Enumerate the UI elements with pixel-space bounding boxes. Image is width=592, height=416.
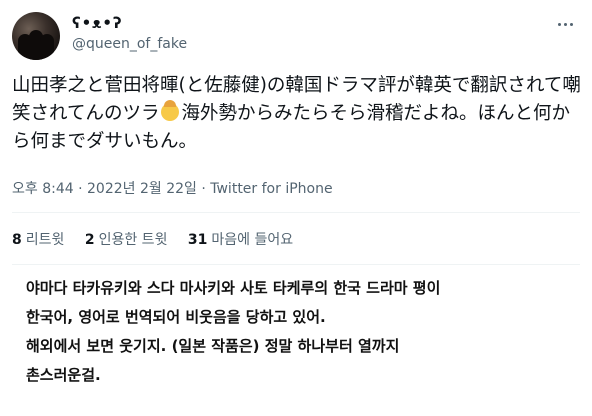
retweet-label: 리트윗: [25, 232, 65, 248]
user-handle[interactable]: @queen_of_fake: [72, 36, 187, 52]
divider: [12, 264, 580, 265]
korean-translation: 야마다 타카유키와 스다 마사키와 사토 타케루의 한국 드라마 평이 한국어,…: [26, 274, 576, 390]
meta-separator: ·: [201, 181, 211, 197]
translation-line: 야마다 타카유키와 스다 마사키와 사토 타케루의 한국 드라마 평이: [26, 279, 441, 297]
tweet-header: ʕ•ᴥ•ʔ @queen_of_fake: [12, 12, 580, 62]
avatar[interactable]: [12, 12, 60, 60]
quote-count[interactable]: 2 인용한 트윗: [85, 229, 168, 249]
timestamp[interactable]: 오후 8:44 · 2022년 2월 22일: [12, 181, 197, 197]
facepalm-emoji-icon: [161, 100, 180, 121]
display-name[interactable]: ʕ•ᴥ•ʔ: [72, 14, 123, 32]
tweet-meta: 오후 8:44 · 2022년 2월 22일 · Twitter for iPh…: [12, 178, 333, 198]
quote-count-value: 2: [84, 232, 95, 248]
tweet-source[interactable]: Twitter for iPhone: [210, 181, 332, 197]
more-options-icon[interactable]: [556, 14, 576, 34]
retweet-count[interactable]: 8 리트윗: [12, 229, 64, 249]
avatar-figure: [40, 34, 54, 60]
translation-line: 한국어, 영어로 번역되어 비웃음을 당하고 있어.: [26, 308, 326, 326]
like-count[interactable]: 31 마음에 들어요: [188, 229, 293, 249]
retweet-count-value: 8: [12, 232, 22, 248]
divider: [12, 212, 580, 213]
translation-line: 촌스러운걸.: [26, 366, 101, 384]
tweet-text: 山田孝之と菅田将暉(と佐藤健)の韓国ドラマ評が韓英で翻訳されて嘲笑されてんのツラ…: [12, 72, 584, 156]
quote-label: 인용한 트윗: [98, 232, 168, 248]
engagement-stats: 8 리트윗 2 인용한 트윗 31 마음에 들어요: [12, 229, 309, 249]
like-count-value: 31: [187, 232, 208, 248]
like-label: 마음에 들어요: [211, 232, 294, 248]
translation-line: 해외에서 보면 웃기지. (일본 작품은) 정말 하나부터 열까지: [26, 337, 400, 355]
